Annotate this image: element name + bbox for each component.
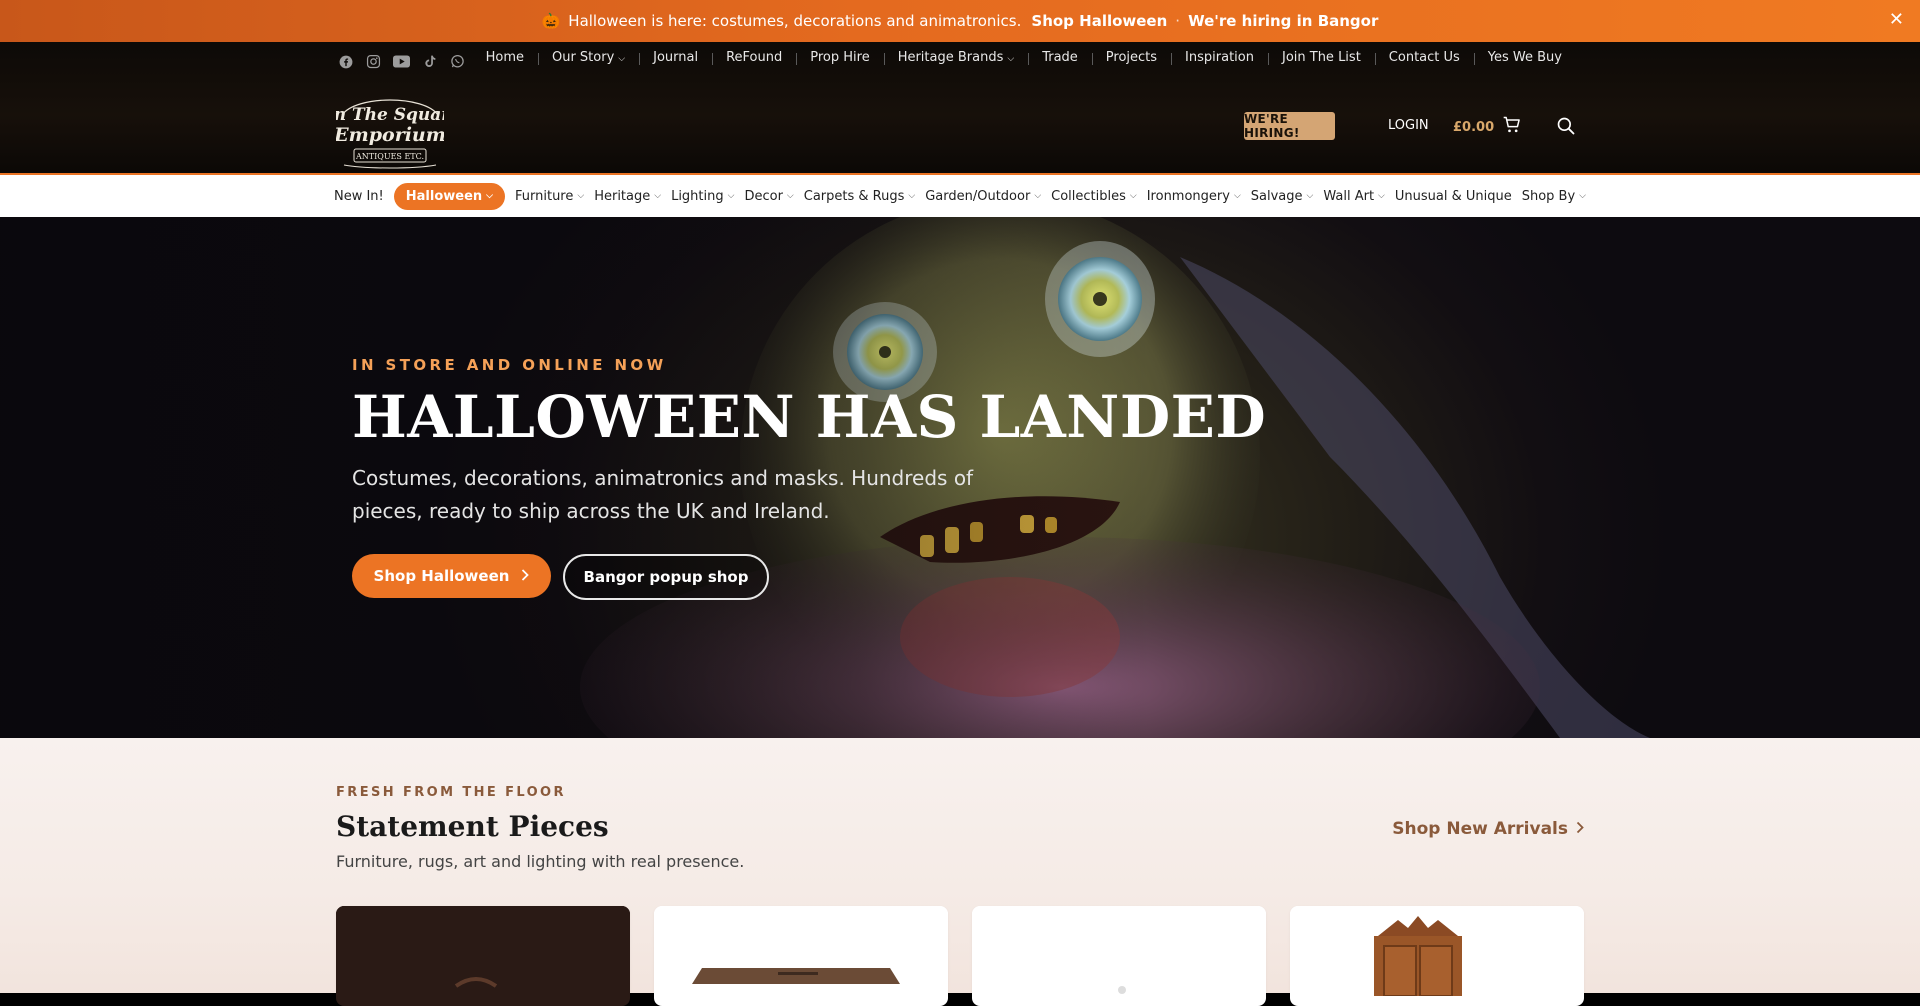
hero-eyebrow: IN STORE AND ONLINE NOW <box>352 356 667 374</box>
chevron-down-icon: ⌵ <box>1034 191 1042 201</box>
topnav-inspiration[interactable]: Inspiration <box>1171 50 1268 65</box>
close-icon[interactable]: ✕ <box>1889 11 1904 29</box>
login-link[interactable]: LOGIN <box>1388 118 1429 133</box>
section-description: Furniture, rugs, art and lighting with r… <box>336 852 745 871</box>
topnav-refound[interactable]: ReFound <box>712 50 796 65</box>
topnav-journal[interactable]: Journal <box>639 50 712 65</box>
chevron-right-icon <box>521 567 530 585</box>
chevron-down-icon: ⌵ <box>1129 191 1137 201</box>
top-navigation: Home Our Story ⌵ Journal ReFound Prop Hir… <box>472 50 1576 65</box>
shop-halloween-label: Shop Halloween <box>373 567 510 585</box>
announcement-separator: · <box>1175 12 1181 30</box>
topnav-home[interactable]: Home <box>472 50 538 65</box>
product-card[interactable] <box>972 906 1266 1006</box>
site-logo[interactable]: On The Square Emporium ANTIQUES ETC. <box>319 85 461 169</box>
facebook-icon[interactable] <box>336 52 355 71</box>
chevron-down-icon: ⌵ <box>1007 54 1015 64</box>
site-header: Home Our Story ⌵ Journal ReFound Prop Hir… <box>0 42 1920 176</box>
logo-line-2: Emporium <box>336 124 444 146</box>
youtube-icon[interactable] <box>392 52 411 71</box>
section-title: Statement Pieces <box>336 810 609 843</box>
cat-ironmongery[interactable]: Ironmongery ⌵ <box>1142 189 1246 204</box>
hiring-button[interactable]: WE'RE HIRING! <box>1244 112 1335 140</box>
pumpkin-icon: 🎃 <box>541 12 561 30</box>
chevron-down-icon: ⌵ <box>1579 191 1586 201</box>
chevron-down-icon: ⌵ <box>1306 191 1314 201</box>
cat-salvage[interactable]: Salvage ⌵ <box>1246 189 1319 204</box>
instagram-icon[interactable] <box>364 52 383 71</box>
bangor-popup-button[interactable]: Bangor popup shop <box>563 554 769 600</box>
hero-subtitle: Costumes, decorations, animatronics and … <box>352 466 974 523</box>
tiktok-icon[interactable] <box>420 52 439 71</box>
announcement-bar: 🎃 Halloween is here: costumes, decoratio… <box>0 0 1920 42</box>
statement-pieces-section: FRESH FROM THE FLOOR Statement Pieces Fu… <box>0 738 1920 1006</box>
announcement-halloween-link[interactable]: Shop Halloween <box>1031 12 1167 30</box>
social-links <box>336 52 467 71</box>
cat-heritage[interactable]: Heritage ⌵ <box>589 189 666 204</box>
section-kicker: FRESH FROM THE FLOOR <box>336 785 566 800</box>
topnav-contact-us[interactable]: Contact Us <box>1374 50 1474 65</box>
product-image <box>1290 906 1584 997</box>
chevron-down-icon: ⌵ <box>727 191 735 201</box>
topnav-heritage-brands[interactable]: Heritage Brands ⌵ <box>883 50 1029 65</box>
cat-carpets-rugs[interactable]: Carpets & Rugs ⌵ <box>799 189 920 204</box>
shop-new-arrivals-link[interactable]: Shop New Arrivals <box>1392 819 1584 839</box>
chevron-down-icon: ⌵ <box>654 191 662 201</box>
cart-icon <box>1502 115 1522 139</box>
hero-banner: IN STORE AND ONLINE NOW HALLOWEEN HAS LA… <box>0 217 1920 738</box>
chevron-down-icon: ⌵ <box>486 191 493 201</box>
cart-button[interactable]: £0.00 <box>1453 115 1522 139</box>
logo-line-3: ANTIQUES ETC. <box>355 152 424 161</box>
search-icon[interactable] <box>1556 116 1576 136</box>
announcement-message: Halloween is here: costumes, decorations… <box>568 12 1022 30</box>
topnav-join-the-list[interactable]: Join The List <box>1267 50 1375 65</box>
cat-lighting[interactable]: Lighting ⌵ <box>666 189 739 204</box>
topnav-yes-we-buy[interactable]: Yes We Buy <box>1473 50 1576 65</box>
whatsapp-icon[interactable] <box>448 52 467 71</box>
cart-total: £0.00 <box>1453 119 1495 135</box>
product-image <box>336 906 630 996</box>
topnav-prop-hire[interactable]: Prop Hire <box>796 50 883 65</box>
logo-line-1: On The Square <box>336 105 444 125</box>
chevron-down-icon: ⌵ <box>1233 191 1241 201</box>
cat-unusual-unique[interactable]: Unusual & Unique <box>1390 189 1517 204</box>
shop-halloween-button[interactable]: Shop Halloween <box>352 554 551 598</box>
chevron-down-icon: ⌵ <box>786 191 794 201</box>
cat-shop-by[interactable]: Shop By ⌵ <box>1517 189 1591 204</box>
announcement-hiring-link[interactable]: We're hiring in Bangor <box>1188 12 1378 30</box>
product-card[interactable] <box>654 906 948 1006</box>
hero-title: HALLOWEEN HAS LANDED <box>352 383 1267 451</box>
topnav-projects[interactable]: Projects <box>1091 50 1171 65</box>
cat-furniture[interactable]: Furniture ⌵ <box>510 189 589 204</box>
product-image <box>654 906 948 996</box>
shop-new-arrivals-label: Shop New Arrivals <box>1392 819 1568 839</box>
product-card[interactable] <box>336 906 630 1006</box>
product-image <box>972 906 1266 996</box>
cat-collectibles[interactable]: Collectibles ⌵ <box>1046 189 1142 204</box>
topnav-trade[interactable]: Trade <box>1028 50 1092 65</box>
cat-halloween[interactable]: Halloween ⌵ <box>393 182 505 210</box>
cat-decor[interactable]: Decor ⌵ <box>739 189 798 204</box>
topnav-our-story[interactable]: Our Story ⌵ <box>537 50 639 65</box>
product-card[interactable] <box>1290 906 1584 1006</box>
chevron-down-icon: ⌵ <box>1378 191 1385 201</box>
chevron-down-icon: ⌵ <box>618 54 626 64</box>
cat-wall-art[interactable]: Wall Art ⌵ <box>1318 189 1390 204</box>
cat-garden-outdoor[interactable]: Garden/Outdoor ⌵ <box>920 189 1046 204</box>
category-navigation: New In! Halloween ⌵ Furniture ⌵ Heritage ⌵ … <box>0 175 1920 217</box>
chevron-down-icon: ⌵ <box>577 191 585 201</box>
chevron-down-icon: ⌵ <box>908 191 916 201</box>
cat-new-in[interactable]: New In! <box>329 189 389 204</box>
chevron-right-icon <box>1576 819 1584 839</box>
